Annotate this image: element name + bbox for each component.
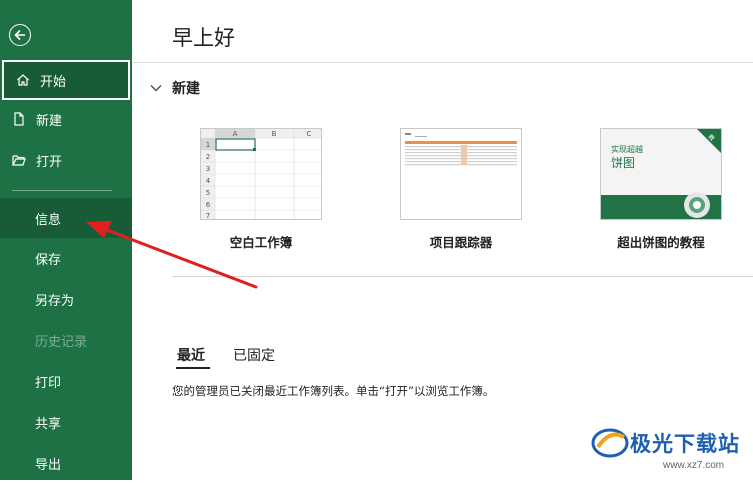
tab-pinned[interactable]: 已固定 (233, 345, 275, 365)
folder-open-icon (12, 153, 26, 167)
blank-grid-thumbnail: A B C 1 2 3 4 5 6 7 (201, 129, 321, 219)
nav-print[interactable]: 打印 (0, 361, 132, 401)
template-blank-label: 空白工作簿 (229, 235, 293, 250)
new-section-title: 新建 (172, 81, 200, 97)
nav-info[interactable]: 信息 (0, 198, 132, 238)
backstage-main: 早上好 新建 A B C 1 2 3 4 5 6 7 空白工作簿 项目跟踪器 实… (132, 0, 753, 480)
row-1-header: 1 (206, 141, 210, 149)
watermark-logo-icon (591, 428, 629, 458)
section-divider (172, 276, 753, 277)
col-b-header: B (272, 130, 277, 138)
recent-disabled-notice: 您的管理员已关闭最近工作簿列表。单击“打开”以浏览工作簿。 (172, 384, 495, 398)
template-tracker-label: 项目跟踪器 (429, 235, 493, 250)
sidebar-divider (12, 190, 112, 191)
new-section-toggle[interactable]: 新建 (150, 78, 200, 98)
nav-export[interactable]: 导出 (0, 443, 132, 483)
tab-recent-underline (176, 367, 210, 369)
pie-thumb-subtitle: 饼图 (611, 156, 635, 170)
nav-history: 历史记录 (35, 334, 88, 350)
nav-open[interactable]: 打开 (0, 140, 132, 180)
template-pie-label: 超出饼图的教程 (617, 235, 705, 250)
col-a-header: A (233, 130, 238, 138)
nav-home[interactable]: 开始 (2, 60, 130, 100)
backstage-sidebar: 开始 新建 打开 信息 保存 另存为 历史记录 打印 共享 导出 (0, 0, 132, 480)
title-divider (132, 62, 753, 63)
row-2-header: 2 (206, 153, 210, 161)
col-c-header: C (307, 130, 312, 138)
template-pie-tutorial[interactable]: 实现超越 饼图 教 (600, 128, 722, 220)
pie-tutorial-thumbnail: 实现超越 饼图 教 (601, 129, 721, 219)
watermark: 极光下载站 (590, 425, 740, 461)
row-4-header: 4 (206, 177, 211, 185)
pie-thumb-title: 实现超越 (611, 144, 643, 154)
chevron-down-icon (150, 85, 162, 92)
home-icon (16, 73, 30, 87)
row-7-header: 7 (206, 212, 210, 219)
row-5-header: 5 (206, 189, 210, 197)
new-doc-icon (12, 112, 26, 126)
row-3-header: 3 (206, 165, 210, 173)
template-blank-workbook[interactable]: A B C 1 2 3 4 5 6 7 (200, 128, 322, 220)
tracker-thumbnail (401, 129, 521, 219)
watermark-url: www.xz7.com (663, 460, 725, 471)
page-title: 早上好 (172, 26, 235, 50)
nav-save[interactable]: 保存 (0, 238, 132, 278)
nav-share[interactable]: 共享 (0, 402, 132, 442)
nav-new[interactable]: 新建 (0, 99, 132, 139)
watermark-text: 极光下载站 (630, 432, 740, 456)
nav-save-as[interactable]: 另存为 (0, 279, 132, 319)
back-arrow-icon[interactable] (9, 24, 31, 46)
row-6-header: 6 (206, 201, 211, 209)
template-project-tracker[interactable] (400, 128, 522, 220)
tab-recent[interactable]: 最近 (177, 345, 205, 365)
